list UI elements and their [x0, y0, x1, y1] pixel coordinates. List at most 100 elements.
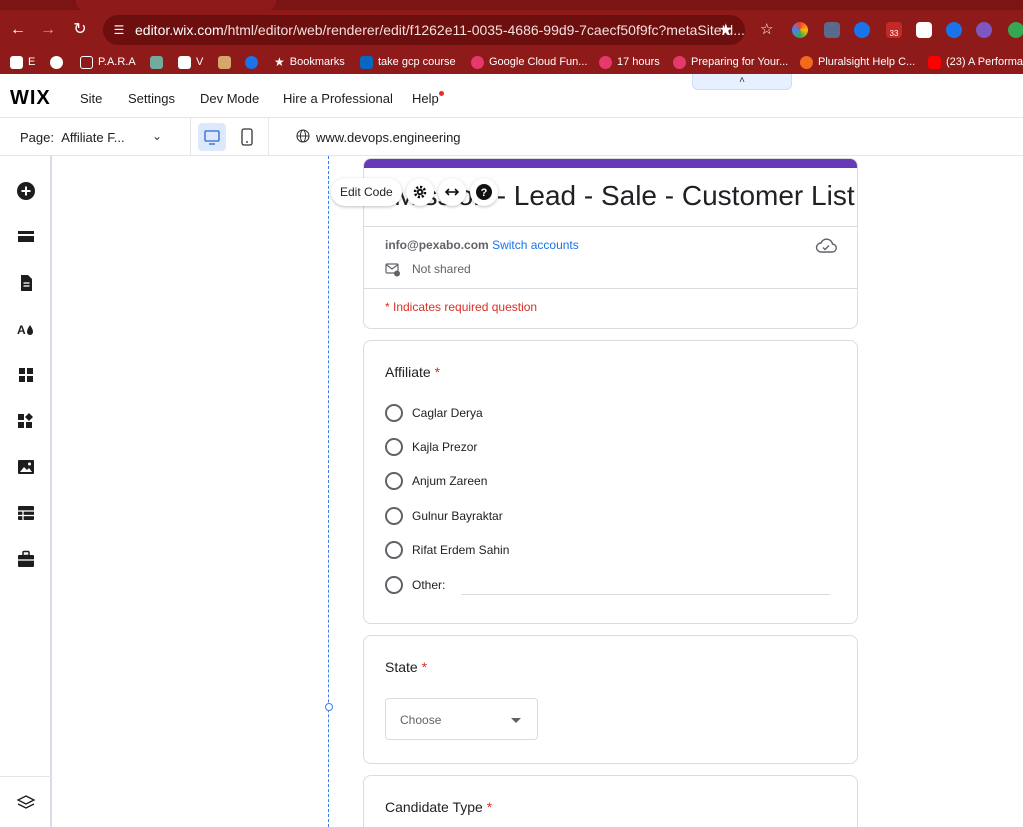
divider [190, 118, 191, 156]
bookmark-star-icon[interactable]: ★ [719, 20, 733, 40]
active-tab[interactable] [76, 0, 276, 10]
radio-button[interactable] [385, 541, 403, 559]
bookmark-item[interactable]: E [10, 54, 35, 70]
edit-code-button[interactable]: Edit Code [331, 178, 402, 206]
add-elements-icon[interactable] [16, 181, 36, 201]
stretch-button[interactable] [437, 178, 466, 206]
menu-hire-professional[interactable]: Hire a Professional [283, 91, 393, 106]
bookmark-item[interactable]: Preparing for Your... [673, 54, 788, 70]
media-icon[interactable] [16, 457, 36, 477]
resize-handle[interactable] [325, 703, 333, 711]
dropdown-arrow-icon [511, 718, 521, 723]
radio-button[interactable] [385, 472, 403, 490]
bookmark-item[interactable]: 17 hours [599, 54, 660, 70]
extension-white-icon[interactable] [916, 22, 932, 38]
radio-button[interactable] [385, 507, 403, 525]
horizontal-arrows-icon [444, 188, 459, 196]
pages-icon[interactable] [16, 273, 36, 293]
zoom-extension-icon[interactable] [946, 22, 962, 38]
help-button[interactable]: ? [469, 178, 498, 206]
option-label: Kajla Prezor [412, 440, 478, 454]
url-text: editor.wix.com/html/editor/web/renderer/… [135, 22, 745, 38]
collapse-toolbar-button[interactable]: ˄ [692, 74, 792, 90]
wordpress-icon[interactable] [50, 54, 63, 70]
design-theme-icon[interactable]: A [16, 319, 36, 339]
option-label: Anjum Zareen [412, 474, 488, 488]
option-label: Other: [412, 578, 446, 592]
bookmarks-folder[interactable]: ★ Bookmarks [274, 54, 345, 70]
back-icon[interactable]: ← [8, 20, 28, 40]
form-accent-bar [364, 159, 857, 168]
desktop-view-button[interactable] [198, 123, 226, 151]
menu-site[interactable]: Site [80, 91, 102, 106]
other-text-input[interactable] [461, 594, 830, 595]
question-label: Affiliate [385, 364, 431, 380]
calendar-extension-icon[interactable]: 33 [886, 22, 902, 38]
chatgpt-icon[interactable] [150, 54, 163, 70]
divider [364, 226, 857, 227]
browser-tabstrip [0, 0, 1023, 10]
state-question-card: State * Choose [363, 635, 858, 764]
site-domain[interactable]: www.devops.engineering [316, 130, 461, 145]
bookmark-item[interactable]: Pluralsight Help C... [800, 54, 915, 70]
menu-help[interactable]: Help [412, 91, 439, 106]
bookmark-label: P.A.R.A [98, 56, 136, 68]
chevron-down-icon[interactable]: ⌄ [152, 129, 162, 143]
extension-blue-icon[interactable] [854, 22, 870, 38]
option-label: Rifat Erdem Sahin [412, 543, 510, 557]
sections-icon[interactable] [16, 227, 36, 247]
color-extension-icon[interactable] [792, 22, 808, 38]
mobile-view-button[interactable] [236, 123, 258, 151]
switch-accounts-link[interactable]: Switch accounts [492, 238, 579, 252]
grammarly-icon[interactable] [1008, 22, 1023, 38]
page-selector[interactable]: Page: Affiliate F... [20, 130, 125, 145]
bookmark-item[interactable]: V [178, 54, 203, 70]
divider [364, 288, 857, 289]
selection-guide-line [328, 156, 329, 827]
account-email: info@pexabo.com [385, 238, 489, 252]
bookmarks-star-icon[interactable]: ☆ [760, 22, 776, 38]
page-label: Page: [20, 130, 54, 145]
star-icon: ★ [274, 55, 285, 69]
radio-option[interactable]: Kajla Prezor [385, 437, 477, 457]
site-settings-icon[interactable]: ☰ [111, 22, 127, 38]
bookmark-label: V [196, 56, 204, 68]
portfolio-icon[interactable] [16, 549, 36, 569]
required-star: * [434, 364, 441, 380]
address-bar[interactable]: ☰ editor.wix.com/html/editor/web/rendere… [103, 15, 745, 45]
bookmark-folder[interactable]: P.A.R.A [80, 54, 136, 70]
bookmark-icon-only[interactable] [245, 54, 258, 70]
radio-button[interactable] [385, 576, 403, 594]
bookmark-item[interactable]: Google Cloud Fun... [471, 54, 587, 70]
forward-icon[interactable]: → [38, 20, 58, 40]
app: ← → ↻ ☰ editor.wix.com/html/editor/web/r… [0, 0, 1023, 827]
settings-button[interactable] [405, 178, 434, 206]
apps-icon[interactable] [16, 365, 36, 385]
business-apps-icon[interactable] [16, 411, 36, 431]
radio-option[interactable]: Anjum Zareen [385, 471, 487, 491]
bookmark-label: Bookmarks [289, 56, 345, 68]
radio-option[interactable]: Caglar Derya [385, 403, 483, 423]
radio-option[interactable]: Gulnur Bayraktar [385, 506, 503, 526]
layers-icon[interactable] [16, 793, 36, 813]
radio-button[interactable] [385, 438, 403, 456]
bookmark-label: 17 hours [617, 56, 660, 68]
state-dropdown[interactable]: Choose [385, 698, 538, 740]
bookmark-label: (23) A Performa [946, 56, 1023, 68]
extension-x-icon[interactable] [824, 22, 840, 38]
dropdown-placeholder: Choose [400, 713, 442, 727]
reload-icon[interactable]: ↻ [70, 20, 90, 40]
radio-button[interactable] [385, 404, 403, 422]
gear-extension-icon[interactable] [976, 22, 992, 38]
radio-option[interactable]: Rifat Erdem Sahin [385, 540, 509, 560]
wix-logo[interactable]: WIX [10, 87, 51, 110]
bookmark-item[interactable]: take gcp course [360, 54, 456, 70]
cms-icon[interactable] [16, 503, 36, 523]
menu-dev-mode[interactable]: Dev Mode [200, 91, 259, 106]
menu-settings[interactable]: Settings [128, 91, 175, 106]
gear-icon [413, 185, 427, 199]
bookmark-item[interactable]: (23) A Performa [928, 54, 1023, 70]
bookmark-icon-only[interactable] [218, 54, 231, 70]
option-label: Caglar Derya [412, 406, 483, 420]
radio-option-other[interactable]: Other: [385, 575, 445, 595]
